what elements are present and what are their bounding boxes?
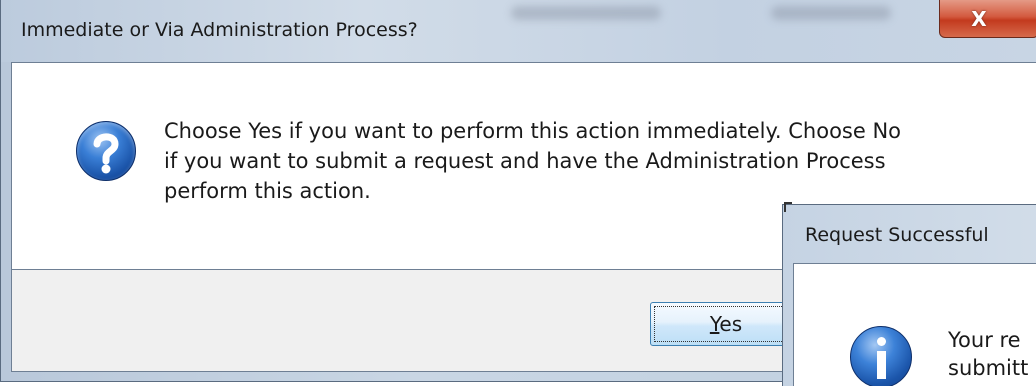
dialog-message: Your re submitt: [948, 326, 1036, 382]
screen: Immediate or Via Administration Process?…: [0, 0, 1036, 386]
message-line: perform this action.: [164, 179, 371, 203]
question-icon: [76, 121, 136, 181]
message-line: Choose Yes if you want to perform this a…: [164, 119, 902, 143]
message-line: if you want to submit a request and have…: [164, 149, 886, 173]
message-line: Your re: [948, 328, 1021, 352]
dialog-title: Request Successful: [805, 224, 989, 246]
yes-button[interactable]: Yes: [650, 302, 802, 346]
background-blur: [511, 6, 661, 20]
dialog-title: Immediate or Via Administration Process?: [21, 19, 418, 41]
close-icon: X: [971, 6, 987, 31]
title-bar[interactable]: Immediate or Via Administration Process?: [1, 0, 1036, 62]
message-line: submitt: [948, 356, 1029, 380]
dialog-message: Choose Yes if you want to perform this a…: [164, 116, 994, 206]
cursor-mark: [784, 202, 792, 212]
info-stem: [877, 351, 886, 379]
close-button[interactable]: X: [939, 0, 1036, 38]
focus-rect: [654, 306, 798, 342]
background-blur: [771, 6, 891, 20]
info-icon: [850, 326, 912, 386]
question-mark-glyph: [93, 133, 119, 174]
info-dot: [877, 337, 886, 346]
